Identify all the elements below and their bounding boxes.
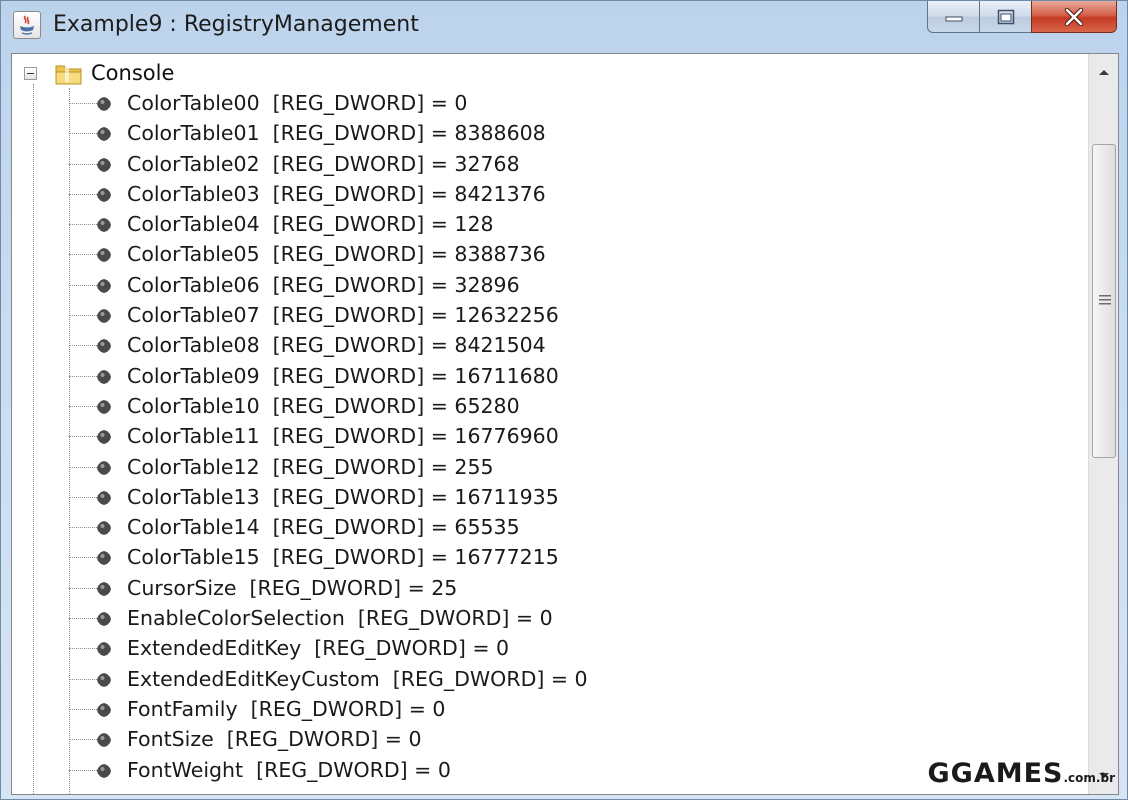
- tree-node[interactable]: ColorTable02 [REG_DWORD] = 32768: [12, 149, 1088, 179]
- tree-node[interactable]: ColorTable15 [REG_DWORD] = 16777215: [12, 542, 1088, 572]
- tree-node-label: FontFamily [REG_DWORD] = 0: [127, 696, 446, 721]
- tree-node[interactable]: ColorTable04 [REG_DWORD] = 128: [12, 209, 1088, 239]
- tree-node-label: ColorTable01 [REG_DWORD] = 8388608: [127, 121, 546, 146]
- tree-node-label: ColorTable09 [REG_DWORD] = 16711680: [127, 363, 559, 388]
- leaf-node-icon: [97, 339, 111, 354]
- tree-node-label: ColorTable14 [REG_DWORD] = 65535: [127, 515, 520, 540]
- leaf-node-icon: [97, 490, 111, 505]
- tree-node-label: ColorTable02 [REG_DWORD] = 32768: [127, 151, 520, 176]
- close-button[interactable]: [1031, 1, 1117, 33]
- leaf-node-icon: [97, 612, 111, 627]
- tree-node-label: Console: [91, 61, 175, 85]
- tree-node-label: CursorSize [REG_DWORD] = 25: [127, 575, 458, 600]
- app-window: Example9 : RegistryManagement Console Co…: [0, 0, 1128, 800]
- close-icon: [1064, 7, 1084, 26]
- tree-children: ColorTable00 [REG_DWORD] = 0 ColorTable01…: [12, 88, 1088, 785]
- leaf-node-icon: [97, 309, 111, 324]
- tree-node-label: ColorTable03 [REG_DWORD] = 8421376: [127, 181, 546, 206]
- tree-view-panel: Console ColorTable00 [REG_DWORD] = 0 Colo…: [11, 53, 1119, 795]
- leaf-node-icon: [97, 763, 111, 778]
- tree-node-label: ColorTable04 [REG_DWORD] = 128: [127, 212, 494, 237]
- java-app-icon[interactable]: [13, 11, 41, 39]
- collapse-toggle-icon[interactable]: [24, 67, 37, 80]
- tree-node-label: EnableColorSelection [REG_DWORD] = 0: [127, 606, 553, 631]
- leaf-node-icon: [97, 187, 111, 202]
- tree-node-label: ColorTable07 [REG_DWORD] = 12632256: [127, 303, 559, 328]
- folder-icon: [55, 64, 82, 85]
- leaf-node-icon: [97, 157, 111, 172]
- tree-node[interactable]: ColorTable09 [REG_DWORD] = 16711680: [12, 361, 1088, 391]
- leaf-node-icon: [97, 702, 111, 717]
- tree-node[interactable]: ColorTable08 [REG_DWORD] = 8421504: [12, 330, 1088, 360]
- maximize-button[interactable]: [979, 1, 1031, 33]
- window-title: Example9 : RegistryManagement: [53, 12, 419, 37]
- tree-node[interactable]: EnableColorSelection [REG_DWORD] = 0: [12, 603, 1088, 633]
- tree-node-label: ColorTable08 [REG_DWORD] = 8421504: [127, 333, 546, 358]
- tree-node-label: ColorTable11 [REG_DWORD] = 16776960: [127, 424, 559, 449]
- tree-node[interactable]: ColorTable00 [REG_DWORD] = 0: [12, 88, 1088, 118]
- leaf-node-icon: [97, 521, 111, 536]
- leaf-node-icon: [97, 460, 111, 475]
- tree-node[interactable]: ColorTable06 [REG_DWORD] = 32896: [12, 270, 1088, 300]
- tree-node-console[interactable]: Console: [12, 58, 612, 88]
- title-bar[interactable]: Example9 : RegistryManagement: [1, 1, 1127, 49]
- vertical-scrollbar[interactable]: [1088, 54, 1118, 794]
- tree-node[interactable]: FontFamily [REG_DWORD] = 0: [12, 694, 1088, 724]
- leaf-node-icon: [97, 551, 111, 566]
- tree-node[interactable]: ColorTable14 [REG_DWORD] = 65535: [12, 512, 1088, 542]
- tree-node[interactable]: ColorTable13 [REG_DWORD] = 16711935: [12, 482, 1088, 512]
- tree-node-label: ColorTable05 [REG_DWORD] = 8388736: [127, 242, 546, 267]
- tree-node[interactable]: ColorTable03 [REG_DWORD] = 8421376: [12, 179, 1088, 209]
- leaf-node-icon: [97, 642, 111, 657]
- grip-icon: [1099, 295, 1111, 305]
- scroll-up-button[interactable]: [1089, 54, 1118, 90]
- maximize-icon: [997, 9, 1014, 24]
- registry-tree[interactable]: Console ColorTable00 [REG_DWORD] = 0 Colo…: [12, 54, 1088, 794]
- tree-node[interactable]: FontSize [REG_DWORD] = 0: [12, 724, 1088, 754]
- tree-node-label: ColorTable15 [REG_DWORD] = 16777215: [127, 545, 559, 570]
- leaf-node-icon: [97, 248, 111, 263]
- tree-node-label: ColorTable10 [REG_DWORD] = 65280: [127, 393, 520, 418]
- tree-node-label: ColorTable12 [REG_DWORD] = 255: [127, 454, 494, 479]
- tree-node-label: ExtendedEditKeyCustom [REG_DWORD] = 0: [127, 666, 588, 691]
- tree-node[interactable]: ColorTable05 [REG_DWORD] = 8388736: [12, 239, 1088, 269]
- tree-node-label: ExtendedEditKey [REG_DWORD] = 0: [127, 636, 510, 661]
- leaf-node-icon: [97, 430, 111, 445]
- leaf-node-icon: [97, 369, 111, 384]
- arrow-up-icon: [1099, 70, 1109, 75]
- minimize-button[interactable]: [927, 1, 979, 33]
- watermark-tld: .com.br: [1063, 771, 1116, 785]
- caption-buttons: [927, 1, 1117, 35]
- leaf-node-icon: [97, 733, 111, 748]
- tree-node[interactable]: ColorTable07 [REG_DWORD] = 12632256: [12, 300, 1088, 330]
- leaf-node-icon: [97, 218, 111, 233]
- leaf-node-icon: [97, 97, 111, 111]
- watermark-logo: GGAMES.com.br: [928, 757, 1115, 795]
- tree-node[interactable]: ColorTable11 [REG_DWORD] = 16776960: [12, 421, 1088, 451]
- tree-node[interactable]: ColorTable01 [REG_DWORD] = 8388608: [12, 118, 1088, 148]
- leaf-node-icon: [97, 399, 111, 414]
- tree-node[interactable]: ExtendedEditKeyCustom [REG_DWORD] = 0: [12, 664, 1088, 694]
- leaf-node-icon: [97, 127, 111, 142]
- tree-node[interactable]: ColorTable10 [REG_DWORD] = 65280: [12, 391, 1088, 421]
- tree-node[interactable]: ExtendedEditKey [REG_DWORD] = 0: [12, 633, 1088, 663]
- leaf-node-icon: [97, 278, 111, 293]
- leaf-node-icon: [97, 672, 111, 687]
- minimize-icon: [945, 16, 962, 21]
- scrollbar-thumb[interactable]: [1092, 144, 1116, 458]
- tree-node[interactable]: ColorTable12 [REG_DWORD] = 255: [12, 452, 1088, 482]
- tree-node[interactable]: CursorSize [REG_DWORD] = 25: [12, 573, 1088, 603]
- leaf-node-icon: [97, 581, 111, 596]
- tree-node-label: ColorTable00 [REG_DWORD] = 0: [127, 91, 468, 115]
- tree-node-label: ColorTable06 [REG_DWORD] = 32896: [127, 272, 520, 297]
- watermark-brand: GGAMES: [927, 758, 1064, 789]
- tree-node-label: FontWeight [REG_DWORD] = 0: [127, 757, 451, 782]
- tree-node-label: FontSize [REG_DWORD] = 0: [127, 727, 422, 752]
- tree-node-label: ColorTable13 [REG_DWORD] = 16711935: [127, 484, 559, 509]
